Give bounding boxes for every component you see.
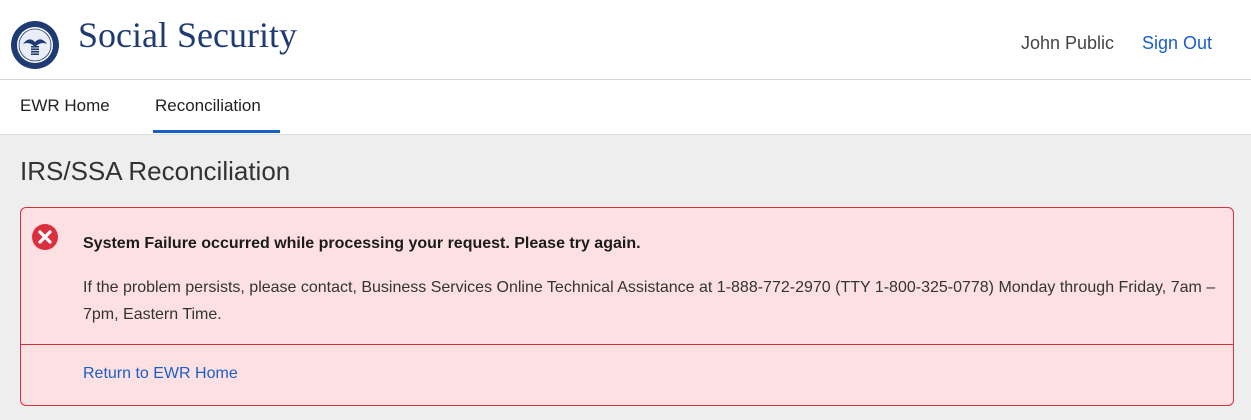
sign-out-link[interactable]: Sign Out xyxy=(1142,33,1212,54)
nav-bar: EWR Home Reconciliation xyxy=(0,80,1251,135)
return-to-ewr-home-link[interactable]: Return to EWR Home xyxy=(83,365,238,383)
tab-ewr-home[interactable]: EWR Home xyxy=(20,96,110,116)
main-content: IRS/SSA Reconciliation System Failure oc… xyxy=(0,135,1251,420)
tab-reconciliation[interactable]: Reconciliation xyxy=(155,96,261,116)
active-tab-indicator xyxy=(153,130,280,133)
alert-divider xyxy=(21,344,1233,345)
alert-heading: System Failure occurred while processing… xyxy=(83,235,641,252)
site-title[interactable]: Social Security xyxy=(78,13,297,57)
site-header: Social Security John Public Sign Out xyxy=(0,0,1251,80)
error-alert: System Failure occurred while processing… xyxy=(20,207,1234,406)
error-x-circle-icon xyxy=(32,224,58,250)
alert-body: If the problem persists, please contact,… xyxy=(83,279,1216,323)
page-title: IRS/SSA Reconciliation xyxy=(20,156,291,186)
user-name: John Public xyxy=(1021,33,1115,53)
ssa-seal-logo xyxy=(11,21,59,69)
